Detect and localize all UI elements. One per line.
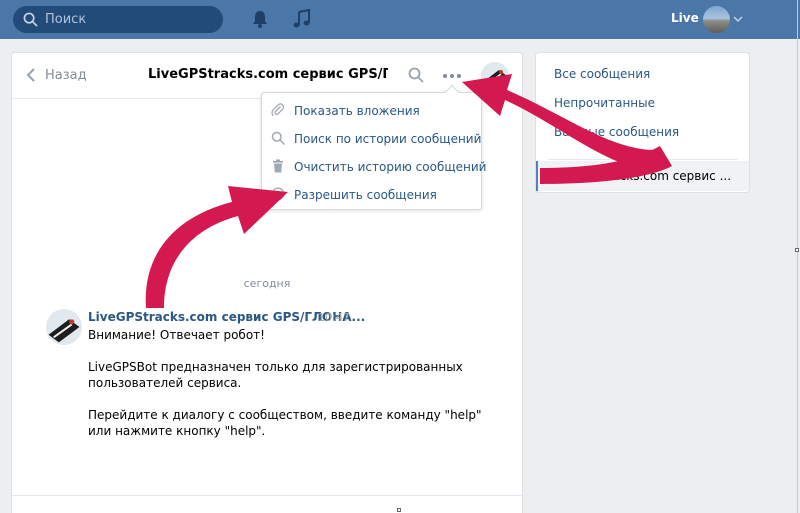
search-icon[interactable] xyxy=(408,67,424,83)
trash-icon xyxy=(273,159,283,173)
satellite-logo-icon xyxy=(46,309,82,345)
message-line: LiveGPSBot предназначен только для зарег… xyxy=(88,360,463,390)
menu-item-allow-messages[interactable]: Разрешить сообщения xyxy=(262,181,481,209)
search-icon xyxy=(23,12,38,27)
menu-item-label: Очистить историю сообщений xyxy=(294,160,487,174)
menu-item-label: Разрешить сообщения xyxy=(294,188,437,202)
message-time: 10:47 xyxy=(318,311,350,324)
messages-filter-panel: Все сообщения Непрочитанные Важные сообщ… xyxy=(535,52,750,193)
date-separator: сегодня xyxy=(243,277,291,290)
sidebar-item-all-messages[interactable]: Все сообщения xyxy=(554,67,650,81)
menu-item-label: Показать вложения xyxy=(294,104,420,118)
message-line: Внимание! Отвечает робот! xyxy=(88,328,265,342)
resize-handle[interactable] xyxy=(397,508,401,512)
chevron-down-icon[interactable] xyxy=(733,15,743,23)
search-icon xyxy=(271,131,285,145)
divider xyxy=(548,159,738,160)
message-body: Внимание! Отвечает робот! LiveGPSBot пре… xyxy=(88,327,488,455)
menu-item-show-attachments[interactable]: Показать вложения xyxy=(262,97,481,125)
back-button[interactable]: Назад xyxy=(45,68,87,83)
sidebar-item-label: LiveGPStracks.com сервис ... xyxy=(554,169,732,183)
sidebar-item-active-chat[interactable]: LiveGPStracks.com сервис ... xyxy=(536,161,749,191)
chat-avatar[interactable] xyxy=(481,62,509,90)
user-name[interactable]: Live xyxy=(671,11,699,25)
menu-item-label: Поиск по истории сообщений xyxy=(294,132,482,146)
paperclip-icon xyxy=(271,103,285,117)
search-box[interactable] xyxy=(13,6,223,33)
chat-actions-menu: Показать вложения Поиск по истории сообщ… xyxy=(261,84,486,210)
sidebar-item-important[interactable]: Важные сообщения xyxy=(554,125,679,139)
menu-item-search-history[interactable]: Поиск по истории сообщений xyxy=(262,125,481,153)
search-input[interactable] xyxy=(45,6,215,33)
message-line: Перейдите к диалогу с сообществом, введи… xyxy=(88,408,482,438)
back-arrow-icon[interactable] xyxy=(25,67,37,83)
window-edge xyxy=(797,0,798,513)
check-circle-icon xyxy=(271,187,285,201)
menu-item-clear-history[interactable]: Очистить историю сообщений xyxy=(262,153,486,181)
sidebar-item-unread[interactable]: Непрочитанные xyxy=(554,96,655,110)
resize-handle[interactable] xyxy=(795,248,799,252)
user-avatar[interactable] xyxy=(703,6,730,33)
top-navigation-bar: Live xyxy=(0,0,800,39)
more-dots-icon[interactable] xyxy=(442,73,462,79)
chat-title[interactable]: LiveGPStracks.com сервис GPS/ГЛО... xyxy=(148,67,388,82)
satellite-logo-icon xyxy=(481,62,509,90)
music-note-icon[interactable] xyxy=(292,9,312,29)
bell-icon[interactable] xyxy=(250,9,270,29)
message-avatar[interactable] xyxy=(46,309,82,345)
divider xyxy=(12,495,522,496)
